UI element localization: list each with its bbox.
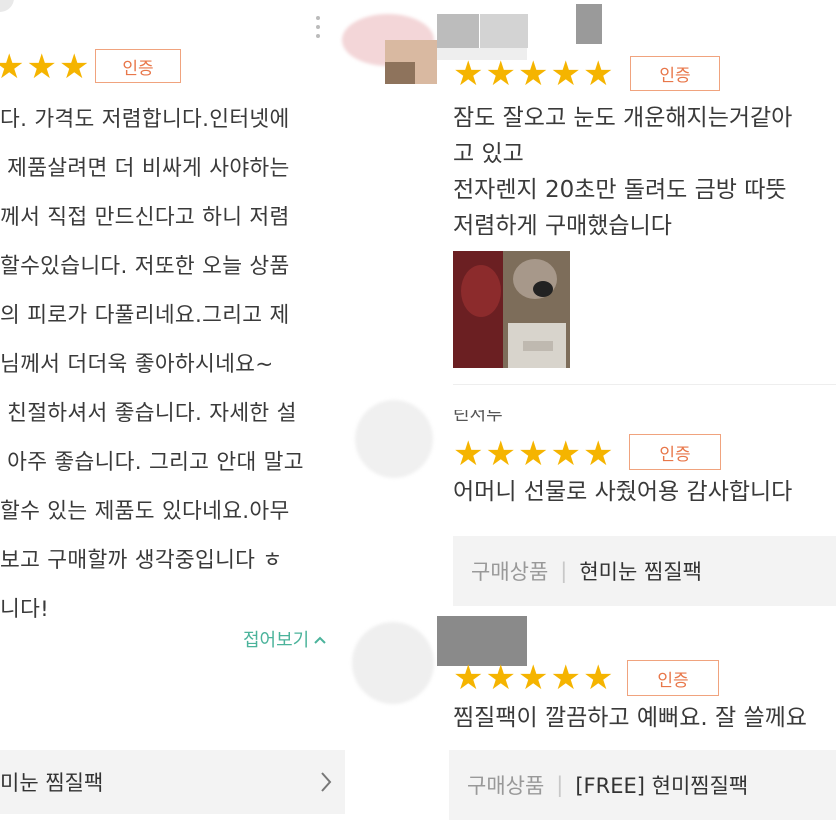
purchased-product-bar[interactable]: 구매상품 | 현미눈 찜질팩 bbox=[453, 536, 836, 606]
avatar bbox=[355, 400, 433, 478]
rating-stars: ★ ★ ★ bbox=[0, 50, 89, 84]
review-line: 다. 가격도 저렴합니다.인터넷에 bbox=[0, 107, 290, 132]
product-name: 현미눈 찜질팩 bbox=[579, 560, 702, 584]
review-line: 할수있습니다. 저또한 오늘 상품 bbox=[0, 254, 290, 279]
review-line: 님께서 더더욱 좋아하시네요~ bbox=[0, 352, 274, 377]
star-icon: ★ bbox=[453, 658, 484, 698]
review-line: 제품살려면 더 비싸게 사야하는 bbox=[0, 156, 290, 181]
divider bbox=[453, 384, 836, 385]
rating-stars: ★ ★ ★ ★ ★ bbox=[453, 57, 613, 91]
separator: | bbox=[556, 773, 564, 797]
star-icon: ★ bbox=[517, 54, 549, 94]
star-icon: ★ bbox=[453, 54, 484, 94]
product-label: 구매상품 bbox=[471, 560, 549, 584]
collapse-label: 접어보기 bbox=[243, 630, 310, 651]
left-review-panel: ★ ★ ★ 인증 다. 가격도 저렴합니다.인터넷에 제품살려면 더 비싸게 사… bbox=[0, 0, 350, 836]
redacted-block bbox=[437, 48, 527, 60]
separator: | bbox=[560, 559, 568, 583]
review-line: 의 피로가 다풀리네요.그리고 제 bbox=[0, 303, 290, 328]
reviewer-name: 린서루 bbox=[453, 410, 503, 424]
avatar bbox=[352, 622, 434, 704]
verified-badge: 인증 bbox=[95, 49, 181, 83]
star-icon: ★ bbox=[550, 54, 581, 94]
review-line: 보고 구매할까 생각중입니다 ㅎ bbox=[0, 548, 283, 573]
star-icon: ★ bbox=[453, 434, 484, 474]
review-photo-image bbox=[453, 251, 570, 368]
review-line: 고 있고 bbox=[453, 141, 524, 167]
right-review-panel: ★ ★ ★ ★ ★ 인증 잠도 잘오고 눈도 개운해지는거같아 고 있고 전자렌… bbox=[437, 0, 836, 836]
rating-stars: ★ ★ ★ ★ ★ bbox=[453, 437, 613, 471]
review-line: 께서 직접 만드신다고 하니 저렴 bbox=[0, 205, 290, 230]
star-icon: ★ bbox=[582, 54, 614, 94]
redacted-block bbox=[385, 62, 415, 84]
review-line: 니다! bbox=[0, 597, 50, 622]
star-icon: ★ bbox=[0, 47, 25, 87]
redacted-block bbox=[576, 4, 602, 44]
rating-stars: ★ ★ ★ ★ ★ bbox=[453, 661, 613, 695]
star-icon: ★ bbox=[582, 658, 614, 698]
review-line: 전자렌지 20초만 돌려도 금방 따뜻 bbox=[453, 177, 787, 203]
star-icon: ★ bbox=[550, 658, 581, 698]
product-label: 구매상품 bbox=[467, 774, 545, 798]
review-line: 어머니 선물로 사줬어용 감사합니다 bbox=[453, 479, 793, 505]
star-icon: ★ bbox=[517, 658, 549, 698]
more-options-icon[interactable] bbox=[316, 16, 320, 38]
product-name: 미눈 찜질팩 bbox=[0, 771, 104, 795]
star-icon: ★ bbox=[26, 47, 57, 87]
review-line: 잠도 잘오고 눈도 개운해지는거같아 bbox=[453, 105, 793, 131]
chevron-up-icon bbox=[313, 629, 327, 650]
review-text: 다. 가격도 저렴합니다.인터넷에 제품살려면 더 비싸게 사야하는 께서 직접… bbox=[0, 100, 304, 630]
verified-badge: 인증 bbox=[630, 56, 720, 91]
review-line: 친절하셔서 좋습니다. 자세한 설 bbox=[0, 401, 297, 426]
star-icon: ★ bbox=[485, 434, 516, 474]
purchased-product-bar[interactable]: 미눈 찜질팩 bbox=[0, 750, 345, 814]
star-icon: ★ bbox=[485, 54, 516, 94]
review-line: 할수 있는 제품도 있다네요.아무 bbox=[0, 499, 290, 524]
verified-badge: 인증 bbox=[629, 434, 721, 470]
review-line: 찜질팩이 깔끔하고 예뻐요. 잘 쓸께요 bbox=[453, 705, 807, 731]
star-icon: ★ bbox=[550, 434, 581, 474]
product-name: [FREE] 현미찜질팩 bbox=[575, 774, 749, 798]
purchased-product-bar[interactable]: 구매상품 | [FREE] 현미찜질팩 bbox=[449, 750, 836, 820]
review-text: 잠도 잘오고 눈도 개운해지는거같아 고 있고 전자렌지 20초만 돌려도 금방… bbox=[453, 100, 792, 244]
review-photo[interactable] bbox=[453, 251, 570, 368]
star-icon: ★ bbox=[582, 434, 614, 474]
redacted-block bbox=[437, 14, 479, 48]
chevron-right-icon bbox=[319, 770, 333, 799]
star-icon: ★ bbox=[58, 47, 90, 87]
collapse-button[interactable]: 접어보기 bbox=[243, 626, 327, 652]
star-icon: ★ bbox=[517, 434, 549, 474]
avatar bbox=[0, 0, 14, 12]
verified-badge: 인증 bbox=[627, 660, 719, 696]
star-icon: ★ bbox=[485, 658, 516, 698]
review-line: 아주 좋습니다. 그리고 안대 말고 bbox=[0, 450, 304, 475]
review-line: 저렴하게 구매했습니다 bbox=[453, 213, 672, 239]
redacted-block bbox=[480, 14, 528, 48]
